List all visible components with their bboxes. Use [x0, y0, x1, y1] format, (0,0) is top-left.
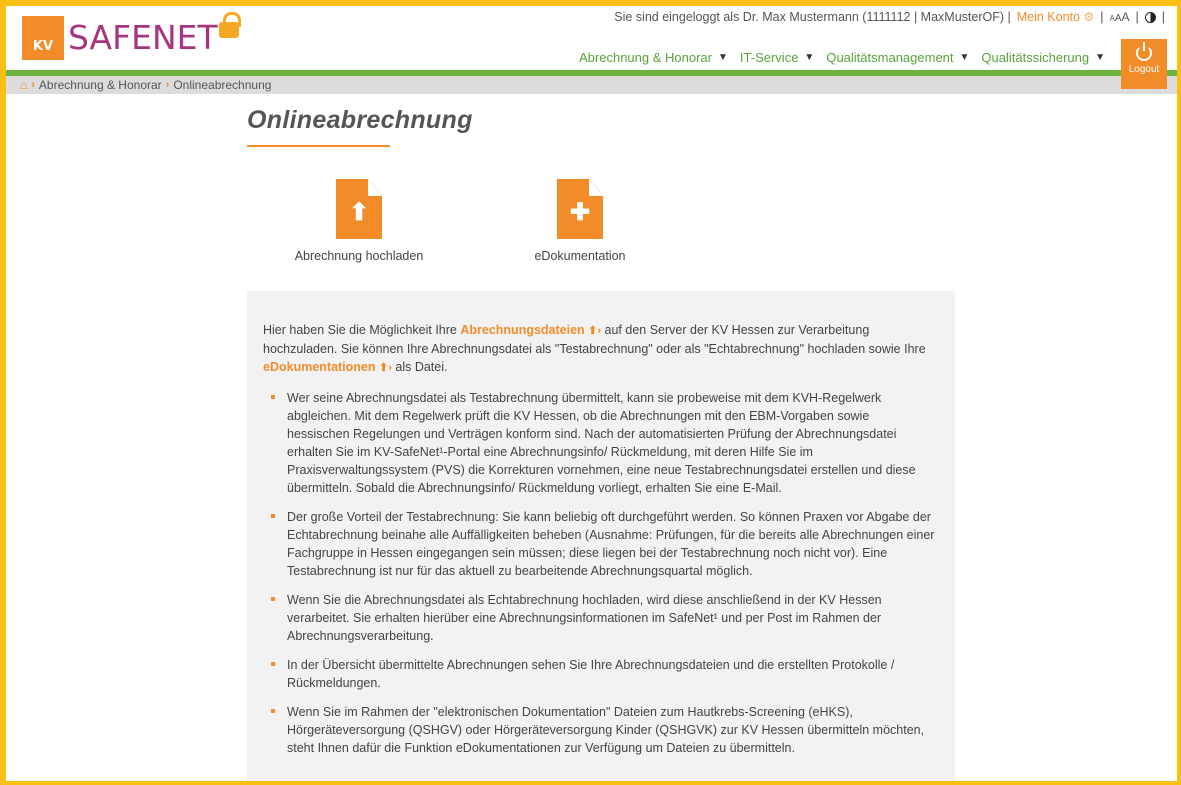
- tile-label: Abrechnung hochladen: [294, 249, 424, 263]
- power-icon: [1136, 42, 1152, 61]
- kv-logo-icon: KV: [22, 16, 64, 60]
- main-nav: Abrechnung & Honorar ▼ IT-Service ▼ Qualit…: [579, 50, 1105, 65]
- separator: |: [1161, 10, 1165, 24]
- logout-button[interactable]: Logout: [1121, 39, 1167, 89]
- home-icon[interactable]: ⌂: [20, 78, 27, 92]
- header: KV SAFENET Sie sind eingeloggt als Dr. M…: [6, 6, 1177, 89]
- list-item: Wenn Sie im Rahmen der "elektronischen D…: [269, 703, 935, 757]
- nav-item-it-service[interactable]: IT-Service ▼: [740, 50, 814, 65]
- nav-item-abrechnung[interactable]: Abrechnung & Honorar ▼: [579, 50, 728, 65]
- main-content: Onlineabrechnung ⬆ Abrechnung hochladen …: [247, 106, 955, 781]
- logo-text: SAFENET: [68, 18, 218, 57]
- list-item: In der Übersicht übermittelte Abrechnung…: [269, 656, 935, 692]
- contrast-icon[interactable]: [1144, 11, 1156, 23]
- info-list: Wer seine Abrechnungsdatei als Testabrec…: [263, 389, 935, 757]
- caret-down-icon: ▼: [1095, 52, 1105, 63]
- list-item: Der große Vorteil der Testabrechnung: Si…: [269, 508, 935, 580]
- safenet-logo[interactable]: KV SAFENET: [22, 12, 241, 60]
- caret-down-icon: ▼: [959, 52, 970, 63]
- breadcrumb-link-abrechnung[interactable]: Abrechnung & Honorar: [39, 78, 162, 92]
- lock-icon: [218, 12, 241, 38]
- upload-icon: ⬆›: [379, 362, 392, 374]
- tile-label: eDokumentation: [534, 249, 626, 263]
- caret-down-icon: ▼: [718, 52, 728, 63]
- caret-down-icon: ▼: [804, 52, 815, 63]
- login-info: Sie sind eingeloggt als Dr. Max Musterma…: [614, 10, 1011, 24]
- link-abrechnungsdateien[interactable]: Abrechnungsdateien ⬆›: [460, 323, 601, 337]
- info-box: Hier haben Sie die Möglichkeit Ihre Abre…: [247, 291, 955, 781]
- link-edokumentationen[interactable]: eDokumentationen ⬆›: [263, 360, 392, 374]
- intro-paragraph: Hier haben Sie die Möglichkeit Ihre Abre…: [263, 323, 926, 374]
- nav-underline: [6, 70, 1177, 76]
- chevron-right-icon: ›: [31, 79, 35, 91]
- gear-icon: ⚙: [1083, 10, 1095, 24]
- page-frame: KV SAFENET Sie sind eingeloggt als Dr. M…: [0, 0, 1181, 785]
- separator: |: [1135, 10, 1139, 24]
- breadcrumb: ⌂ › Abrechnung & Honorar › Onlineabrechn…: [6, 76, 1177, 94]
- separator: |: [1100, 10, 1104, 24]
- action-tiles: ⬆ Abrechnung hochladen ✚ eDokumentation: [247, 147, 955, 267]
- chevron-right-icon: ›: [165, 79, 170, 91]
- breadcrumb-current: Onlineabrechnung: [173, 78, 272, 92]
- file-plus-icon: ✚: [557, 179, 603, 239]
- page-title: Onlineabrechnung: [247, 106, 473, 134]
- font-size-toggle[interactable]: AAA: [1109, 10, 1129, 24]
- nav-item-qualitaetssicherung[interactable]: Qualitätssicherung ▼: [981, 50, 1105, 65]
- account-link[interactable]: Mein Konto ⚙: [1017, 10, 1094, 24]
- tile-edokumentation[interactable]: ✚ eDokumentation: [515, 179, 645, 263]
- tile-abrechnung-hochladen[interactable]: ⬆ Abrechnung hochladen: [269, 179, 449, 263]
- user-bar: Sie sind eingeloggt als Dr. Max Musterma…: [614, 10, 1165, 24]
- file-upload-icon: ⬆: [336, 179, 382, 239]
- list-item: Wenn Sie die Abrechnungsdatei als Echtab…: [269, 591, 935, 645]
- list-item: Wer seine Abrechnungsdatei als Testabrec…: [269, 389, 935, 497]
- nav-item-qualitaetsmanagement[interactable]: Qualitätsmanagement ▼: [826, 50, 969, 65]
- upload-icon: ⬆›: [588, 325, 602, 337]
